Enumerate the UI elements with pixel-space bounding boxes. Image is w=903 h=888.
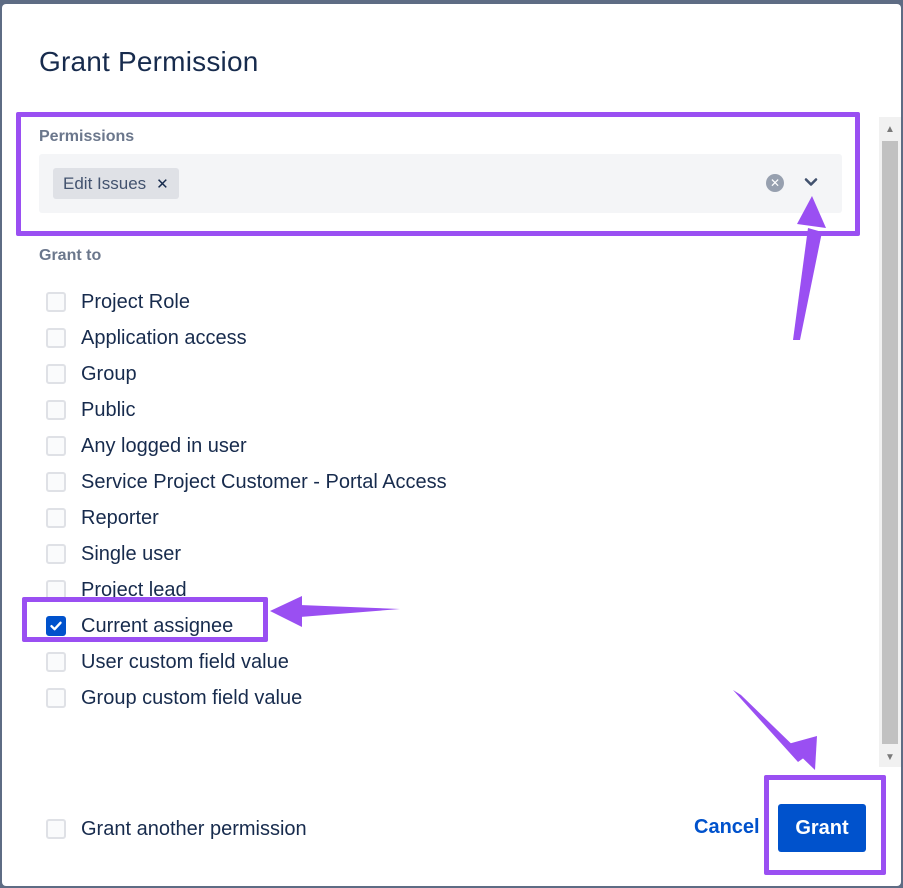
grant-to-option-label: Project lead (81, 578, 187, 601)
selected-permission-tag: Edit Issues ✕ (53, 168, 179, 199)
grant-to-option[interactable]: Application access (46, 326, 466, 350)
grant-to-option-label: Service Project Customer - Portal Access (81, 470, 447, 493)
grant-to-option-label: Any logged in user (81, 434, 247, 457)
grant-to-option-label: Public (81, 398, 136, 421)
grant-another-checkbox[interactable] (46, 819, 66, 839)
cancel-button[interactable]: Cancel (694, 816, 760, 839)
permissions-label: Permissions (39, 128, 135, 145)
grant-to-option[interactable]: Any logged in user (46, 434, 466, 458)
grant-to-checkbox[interactable] (46, 364, 66, 384)
grant-another-label: Grant another permission (81, 817, 307, 840)
grant-to-option[interactable]: Group custom field value (46, 686, 466, 710)
grant-button[interactable]: Grant (778, 804, 866, 852)
grant-to-option[interactable]: Project lead (46, 578, 466, 602)
grant-to-option[interactable]: Reporter (46, 506, 466, 530)
grant-to-option-label: User custom field value (81, 650, 289, 673)
grant-to-checkbox[interactable] (46, 328, 66, 348)
grant-to-option-label: Project Role (81, 290, 190, 313)
grant-to-checkbox[interactable] (46, 292, 66, 312)
grant-to-checkbox[interactable] (46, 544, 66, 564)
dialog-title: Grant Permission (39, 46, 259, 77)
selected-permission-tag-label: Edit Issues (63, 173, 147, 193)
grant-to-checkbox[interactable] (46, 472, 66, 492)
grant-to-option[interactable]: Public (46, 398, 466, 422)
grant-to-checkbox[interactable] (46, 436, 66, 456)
grant-to-option-label: Reporter (81, 506, 159, 529)
chevron-down-icon[interactable] (801, 172, 821, 192)
grant-to-label: Grant to (39, 247, 102, 264)
grant-to-checkbox[interactable] (46, 580, 66, 600)
grant-to-checkbox[interactable] (46, 400, 66, 420)
grant-to-checkbox[interactable] (46, 616, 66, 636)
grant-to-option-label: Application access (81, 326, 247, 349)
grant-to-option[interactable]: Group (46, 362, 466, 386)
grant-to-option[interactable]: Service Project Customer - Portal Access (46, 470, 466, 494)
tag-remove-icon[interactable]: ✕ (156, 175, 169, 193)
grant-to-option-label: Group (81, 362, 137, 385)
grant-to-option[interactable]: Project Role (46, 290, 466, 314)
grant-to-option-label: Single user (81, 542, 182, 565)
grant-to-checkbox[interactable] (46, 688, 66, 708)
clear-icon[interactable]: ✕ (766, 174, 784, 192)
grant-to-checkbox[interactable] (46, 508, 66, 528)
grant-to-option[interactable]: Single user (46, 542, 466, 566)
grant-to-option[interactable]: User custom field value (46, 650, 466, 674)
scrollbar-thumb[interactable] (882, 141, 898, 744)
grant-to-option-label: Group custom field value (81, 686, 303, 709)
permissions-select[interactable]: Edit Issues ✕ ✕ (39, 154, 842, 213)
grant-to-option-label: Current assignee (81, 614, 234, 637)
grant-to-option[interactable]: Current assignee (46, 614, 466, 638)
grant-another-permission-option[interactable]: Grant another permission (46, 817, 307, 841)
dialog-scrollbar[interactable]: ▲ ▼ (879, 117, 901, 767)
check-icon (50, 621, 62, 631)
grant-permission-dialog: Grant Permission Permissions Edit Issues… (2, 4, 901, 886)
grant-to-checkbox[interactable] (46, 652, 66, 672)
scroll-up-icon[interactable]: ▲ (879, 119, 901, 139)
scroll-down-icon[interactable]: ▼ (879, 747, 901, 767)
